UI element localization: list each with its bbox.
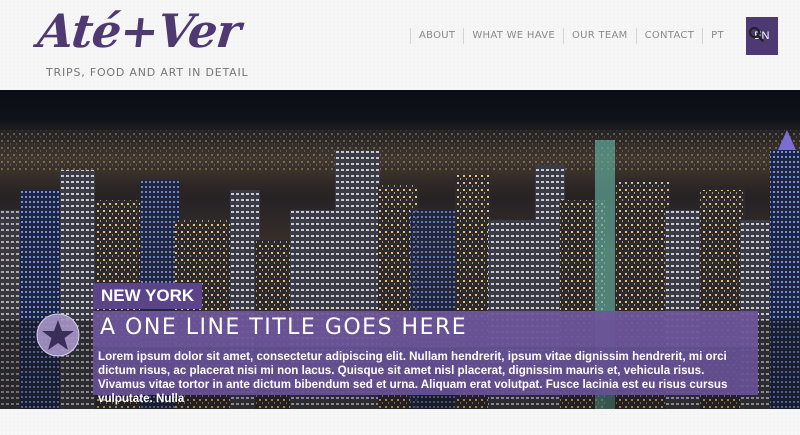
logo-text: Até+Ver [35, 4, 243, 58]
site-logo[interactable]: Até+Ver [35, 2, 243, 60]
nav-contact[interactable]: CONTACT [635, 28, 703, 44]
main-nav: ABOUT WHAT WE HAVE OUR TEAM CONTACT PT E… [410, 17, 778, 55]
lang-pt[interactable]: PT [702, 28, 732, 44]
star-badge-icon [36, 313, 80, 357]
search-icon[interactable] [748, 26, 764, 42]
hero-excerpt: Lorem ipsum dolor sit amet, consectetur … [98, 350, 728, 405]
nav-our-team[interactable]: OUR TEAM [562, 28, 636, 44]
title-box: A ONE LINE TITLE GOES HERE [93, 311, 758, 347]
nav-about[interactable]: ABOUT [410, 28, 463, 44]
site-tagline: TRIPS, FOOD AND ART IN DETAIL [46, 66, 249, 79]
city-label[interactable]: NEW YORK [93, 283, 203, 309]
body-box: Lorem ipsum dolor sit amet, consectetur … [93, 347, 758, 405]
hero-title[interactable]: A ONE LINE TITLE GOES HERE [100, 315, 467, 340]
site-header: Até+Ver TRIPS, FOOD AND ART IN DETAIL AB… [0, 0, 800, 90]
nav-what-we-have[interactable]: WHAT WE HAVE [463, 28, 563, 44]
